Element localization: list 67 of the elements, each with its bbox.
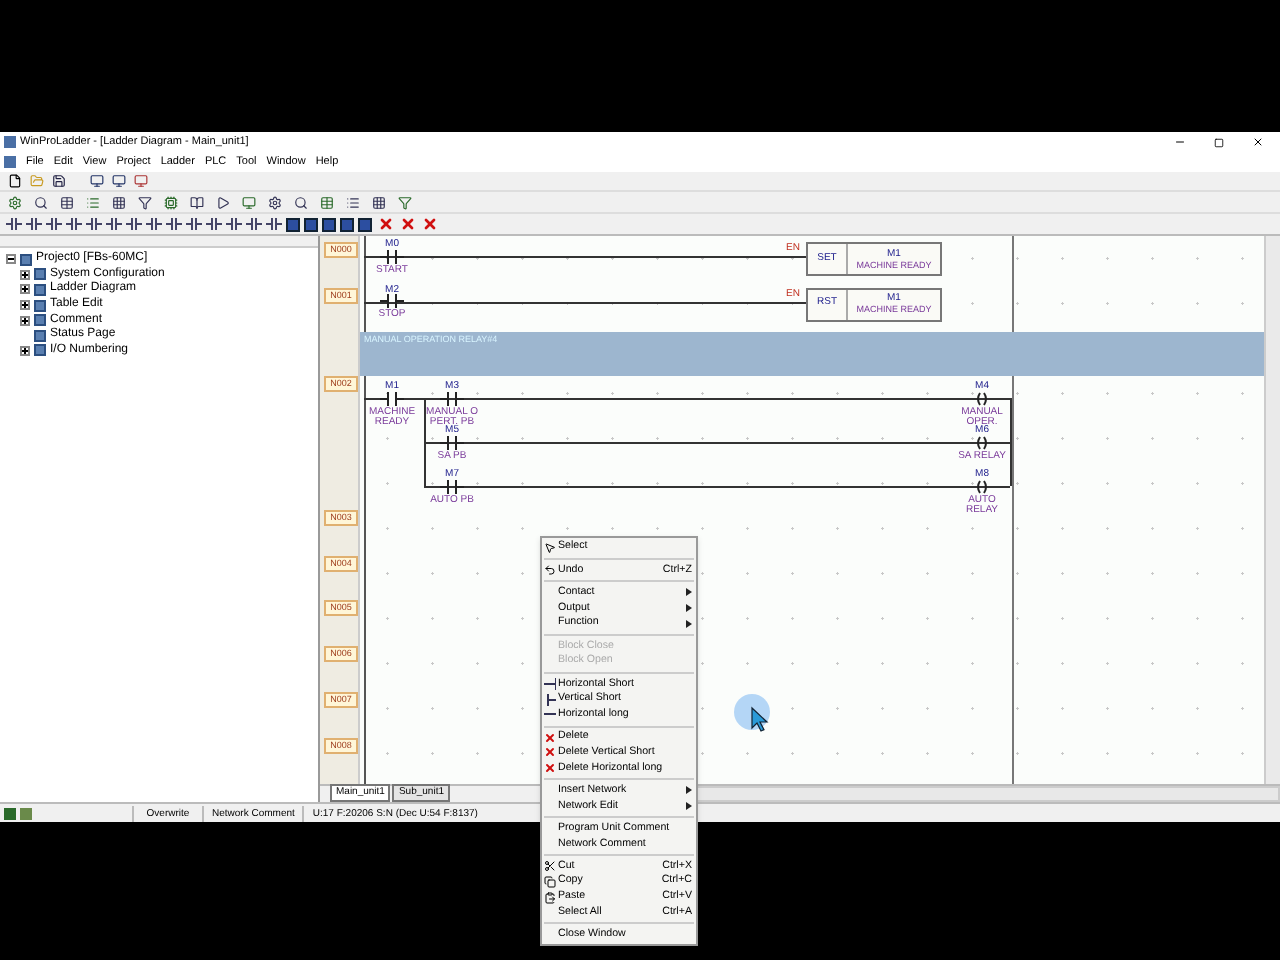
ladder-tool-icon[interactable] bbox=[66, 216, 82, 232]
contact-icon bbox=[380, 294, 404, 308]
search-icon[interactable] bbox=[32, 193, 50, 211]
grid-icon[interactable] bbox=[370, 193, 388, 211]
ladder-tool-icon[interactable] bbox=[226, 216, 242, 232]
ladder-tool-icon[interactable] bbox=[126, 216, 142, 232]
list-icon[interactable] bbox=[84, 193, 102, 211]
vertical-scrollbar[interactable] bbox=[1264, 236, 1280, 784]
expand-toggle[interactable] bbox=[20, 315, 30, 326]
close-icon[interactable] bbox=[1252, 136, 1264, 148]
expand-toggle[interactable] bbox=[20, 284, 30, 295]
list-icon[interactable] bbox=[344, 193, 362, 211]
save-icon[interactable] bbox=[50, 172, 68, 190]
short-line-icon bbox=[544, 678, 556, 691]
monitor-icon[interactable] bbox=[132, 172, 150, 190]
ladder-tool-icon[interactable] bbox=[186, 216, 202, 232]
ladder-tool-icon[interactable] bbox=[26, 216, 42, 232]
expand-toggle[interactable] bbox=[20, 300, 30, 311]
ladder-tool-icon[interactable] bbox=[266, 216, 282, 232]
expand-toggle[interactable] bbox=[20, 345, 30, 356]
contact-icon bbox=[440, 391, 464, 405]
play-icon[interactable] bbox=[214, 193, 232, 211]
gear-icon[interactable] bbox=[266, 193, 284, 211]
app-icon bbox=[4, 136, 16, 148]
copy-icon bbox=[544, 875, 556, 888]
monitor-icon[interactable] bbox=[88, 172, 106, 190]
expand-toggle[interactable] bbox=[20, 269, 30, 280]
vertical-line-icon bbox=[544, 693, 556, 706]
ladder-tool-icon[interactable] bbox=[86, 216, 102, 232]
delete-icon bbox=[544, 762, 556, 775]
ladder-tool-icon[interactable] bbox=[166, 216, 182, 232]
chip-icon[interactable] bbox=[162, 193, 180, 211]
book-icon[interactable] bbox=[188, 193, 206, 211]
contact-icon bbox=[380, 391, 404, 405]
monitor-icon[interactable] bbox=[110, 172, 128, 190]
document-icon bbox=[4, 156, 16, 168]
delete-icon[interactable] bbox=[420, 215, 438, 233]
long-line-icon bbox=[544, 708, 556, 721]
expand-toggle[interactable] bbox=[6, 254, 16, 265]
table-icon[interactable] bbox=[318, 193, 336, 211]
contact-icon bbox=[440, 435, 464, 449]
grid-icon[interactable] bbox=[110, 193, 128, 211]
contact-icon bbox=[380, 249, 404, 263]
paste-icon bbox=[544, 891, 556, 904]
table-icon[interactable] bbox=[58, 193, 76, 211]
ladder-tool-icon[interactable] bbox=[6, 216, 22, 232]
filter-icon[interactable] bbox=[396, 193, 414, 211]
mouse-pointer-icon bbox=[734, 694, 772, 734]
search-icon[interactable] bbox=[292, 193, 310, 211]
cut-icon bbox=[544, 860, 556, 873]
delete-icon[interactable] bbox=[398, 215, 416, 233]
new-file-icon[interactable] bbox=[6, 172, 24, 190]
filter-icon[interactable] bbox=[136, 193, 154, 211]
minimize-icon[interactable] bbox=[1174, 136, 1186, 148]
undo-icon bbox=[544, 564, 556, 577]
ladder-tool-icon[interactable] bbox=[246, 216, 262, 232]
gear-icon[interactable] bbox=[6, 193, 24, 211]
ladder-canvas[interactable] bbox=[320, 236, 1264, 784]
monitor-icon[interactable] bbox=[240, 193, 258, 211]
contact-icon bbox=[440, 479, 464, 493]
ladder-tool-icon[interactable] bbox=[206, 216, 222, 232]
ladder-tool-icon[interactable] bbox=[106, 216, 122, 232]
ladder-tool-icon[interactable] bbox=[46, 216, 62, 232]
ladder-tool-icon[interactable] bbox=[146, 216, 162, 232]
maximize-icon[interactable] bbox=[1214, 137, 1224, 147]
delete-icon[interactable] bbox=[376, 215, 394, 233]
pointer-icon bbox=[544, 541, 556, 554]
